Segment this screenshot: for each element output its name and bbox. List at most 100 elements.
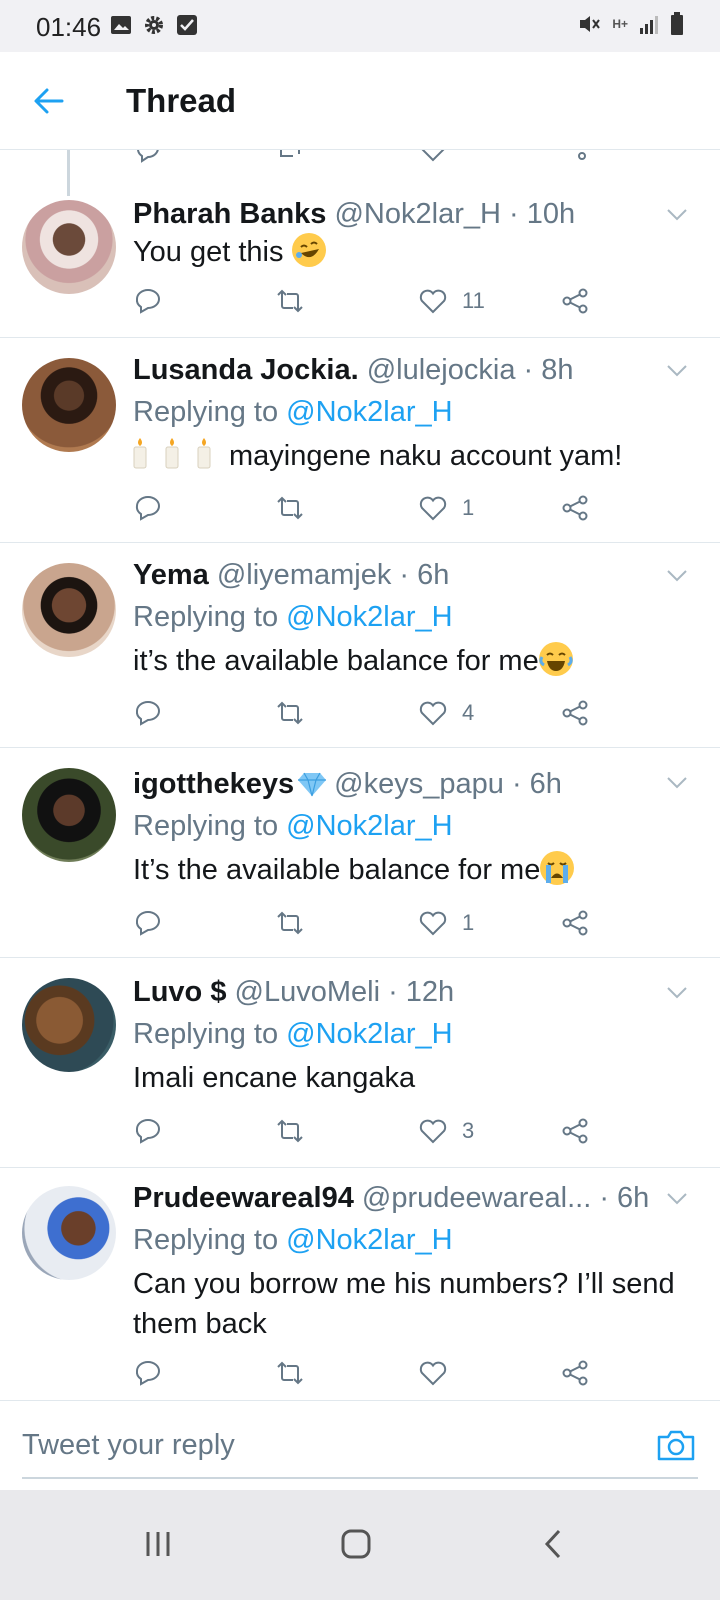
retweet-button[interactable] [275,1116,305,1146]
avatar[interactable] [22,200,116,294]
tweet-header: Yema @liyemamjek · 6h [133,559,449,592]
chevron-down-icon[interactable] [666,208,688,222]
avatar[interactable] [22,358,116,452]
author-name[interactable]: Prudeewareal94 [133,1182,354,1214]
chevron-down-icon[interactable] [666,986,688,1000]
like-button[interactable]: 1 [418,493,474,523]
chevron-down-icon[interactable] [666,569,688,583]
tweet-text-row: mayingene naku account yam! [133,436,703,476]
share-button[interactable] [560,286,590,316]
tweet-actions [133,1358,613,1388]
replying-label: Replying to [133,601,287,633]
reply-icon[interactable] [133,150,163,164]
author-name[interactable]: Pharah Banks [133,198,326,230]
author-name[interactable]: Yema [133,559,209,591]
like-button[interactable]: 4 [418,698,474,728]
author-name[interactable]: Lusanda Jockia. [133,354,359,386]
tweet-item[interactable]: igotthekeys @keys_papu · 6h Replying to @… [0,748,720,958]
tweet-actions: 4 [133,698,613,728]
home-icon[interactable] [336,1526,376,1562]
like-count: 1 [462,910,475,935]
retweet-icon [277,289,303,313]
author-name[interactable]: Luvo $ [133,976,226,1008]
tweet-actions: 3 [133,1116,613,1146]
avatar[interactable] [22,563,116,657]
share-button[interactable] [560,493,590,523]
tweet-item[interactable]: Lusanda Jockia. @lulejockia · 8h Replyin… [0,338,720,543]
replying-handle-link[interactable]: @Nok2lar_H [286,601,452,633]
like-button[interactable] [418,1358,462,1388]
reply-button[interactable] [133,1116,163,1146]
replying-handle-link[interactable]: @Nok2lar_H [286,396,452,428]
reply-button[interactable] [133,698,163,728]
tweet-item[interactable]: Luvo $ @LuvoMeli · 12h Replying to @Nok2… [0,958,720,1168]
chevron-down-icon[interactable] [666,1192,688,1206]
camera-icon[interactable] [656,1427,696,1463]
composer-underline [22,1477,698,1479]
tweet-text: It’s the available balance for me [133,854,541,886]
heart-icon[interactable] [418,150,448,164]
reply-button[interactable] [133,493,163,523]
tweet-item[interactable]: Pharah Banks @Nok2lar_H · 10h You get th… [0,196,720,338]
heart-icon [419,701,447,726]
replying-to: Replying to @Nok2lar_H [133,396,453,429]
status-bar: 01:46 H+ [0,0,720,52]
chevron-down-icon[interactable] [666,364,688,378]
like-button[interactable]: 1 [418,908,474,938]
system-nav-bar [0,1490,720,1600]
chevron-down-icon[interactable] [666,776,688,790]
avatar[interactable] [22,1186,116,1280]
share-button[interactable] [560,698,590,728]
retweet-button[interactable] [275,698,305,728]
thread-connector-line [67,150,70,198]
replying-to: Replying to @Nok2lar_H [133,1224,453,1257]
replying-handle-link[interactable]: @Nok2lar_H [286,1018,452,1050]
replying-label: Replying to [133,1224,287,1256]
retweet-button[interactable] [275,1358,305,1388]
replying-handle-link[interactable]: @Nok2lar_H [286,810,452,842]
replying-label: Replying to [133,810,287,842]
tweet-header: Luvo $ @LuvoMeli · 12h [133,976,454,1009]
tweet-header: igotthekeys @keys_papu · 6h [133,768,562,801]
tweet-text: mayingene naku account yam! [229,440,623,472]
tweet-text-row: Can you borrow me his numbers? I’ll send… [133,1264,703,1344]
tweet-text: Can you borrow me his numbers? I’ll send… [133,1268,675,1340]
retweet-button[interactable] [275,286,305,316]
checkbox-icon [177,15,197,35]
like-count: 11 [462,288,485,313]
like-button[interactable]: 3 [418,1116,474,1146]
sob-emoji-icon [540,851,575,885]
back-icon[interactable] [534,1526,574,1562]
retweet-button[interactable] [275,908,305,938]
reply-icon [135,701,160,726]
author-handle-time: @liyemamjek · 6h [216,559,450,591]
back-arrow-icon[interactable] [32,84,66,118]
tweet-item[interactable]: Prudeewareal94 @prudeewareal... · 6h Rep… [0,1168,720,1400]
reply-input[interactable]: Tweet your reply [22,1429,235,1462]
avatar[interactable] [22,768,116,862]
share-icon[interactable] [560,150,590,164]
share-button[interactable] [560,1116,590,1146]
retweet-icon[interactable] [275,150,305,164]
retweet-button[interactable] [275,493,305,523]
reply-button[interactable] [133,1358,163,1388]
candle-emoji-icon [165,437,179,469]
author-handle-time: @keys_papu · 6h [334,768,562,800]
share-icon [562,910,588,936]
tweet-text-row: You get this [133,232,703,272]
avatar[interactable] [22,978,116,1072]
author-name[interactable]: igotthekeys [133,768,294,800]
recents-icon[interactable] [138,1526,178,1562]
tweet-item[interactable]: Yema @liyemamjek · 6h Replying to @Nok2l… [0,543,720,748]
share-button[interactable] [560,1358,590,1388]
share-button[interactable] [560,908,590,938]
tweet-actions: 11 [133,286,613,316]
like-button[interactable]: 11 [418,286,485,316]
reply-button[interactable] [133,286,163,316]
replying-handle-link[interactable]: @Nok2lar_H [286,1224,452,1256]
replying-to: Replying to @Nok2lar_H [133,601,453,634]
reply-button[interactable] [133,908,163,938]
battery-icon [671,12,683,35]
app-bar: Thread [0,52,720,150]
gear-icon [145,16,163,34]
